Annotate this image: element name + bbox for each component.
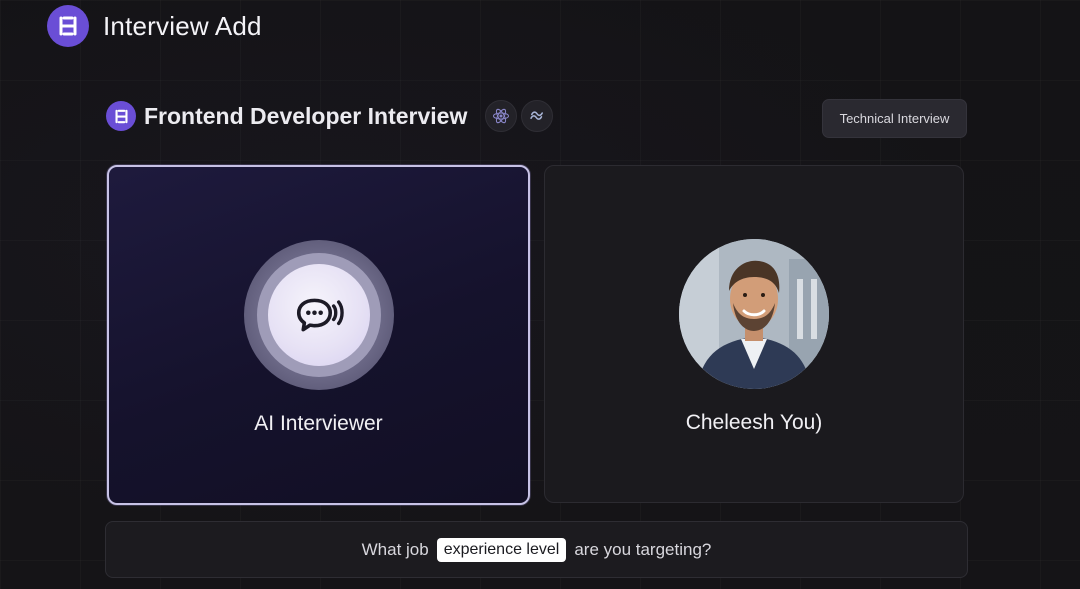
ai-avatar-ring [243,240,394,390]
prompt-highlight: experience level [436,537,567,562]
interview-title-row: Frontend Developer Interview [106,100,554,132]
ai-interviewer-card[interactable]: AI Interviewer [107,165,530,505]
interview-logo-icon [106,101,136,131]
page-title: Interview Add [103,10,262,41]
user-avatar-photo [679,239,829,389]
user-avatar [679,239,829,389]
interview-page: Interview Add Frontend Developer Intervi… [0,0,1080,589]
user-name-label: Cheleesh You) [685,411,823,434]
brand-mark-icon [114,109,128,123]
user-card[interactable]: Cheleesh You) [544,165,964,503]
tailwind-icon [521,100,554,132]
interview-type-badge: Technical Interview [822,99,967,138]
react-icon [485,100,518,132]
ai-interviewer-label: AI Interviewer [254,412,383,435]
brand-logo-icon[interactable] [47,5,89,47]
ai-avatar-core [267,264,370,366]
chat-voice-icon [296,298,344,332]
question-prompt-bar: What job experience level are you target… [105,521,968,578]
brand-mark-icon [59,16,77,36]
prompt-text-after: are you targeting? [574,539,712,559]
app-header: Interview Add [47,5,262,47]
ai-avatar-ring-mid [256,253,381,377]
interview-title: Frontend Developer Interview [144,102,468,129]
prompt-text-before: What job [361,539,429,559]
